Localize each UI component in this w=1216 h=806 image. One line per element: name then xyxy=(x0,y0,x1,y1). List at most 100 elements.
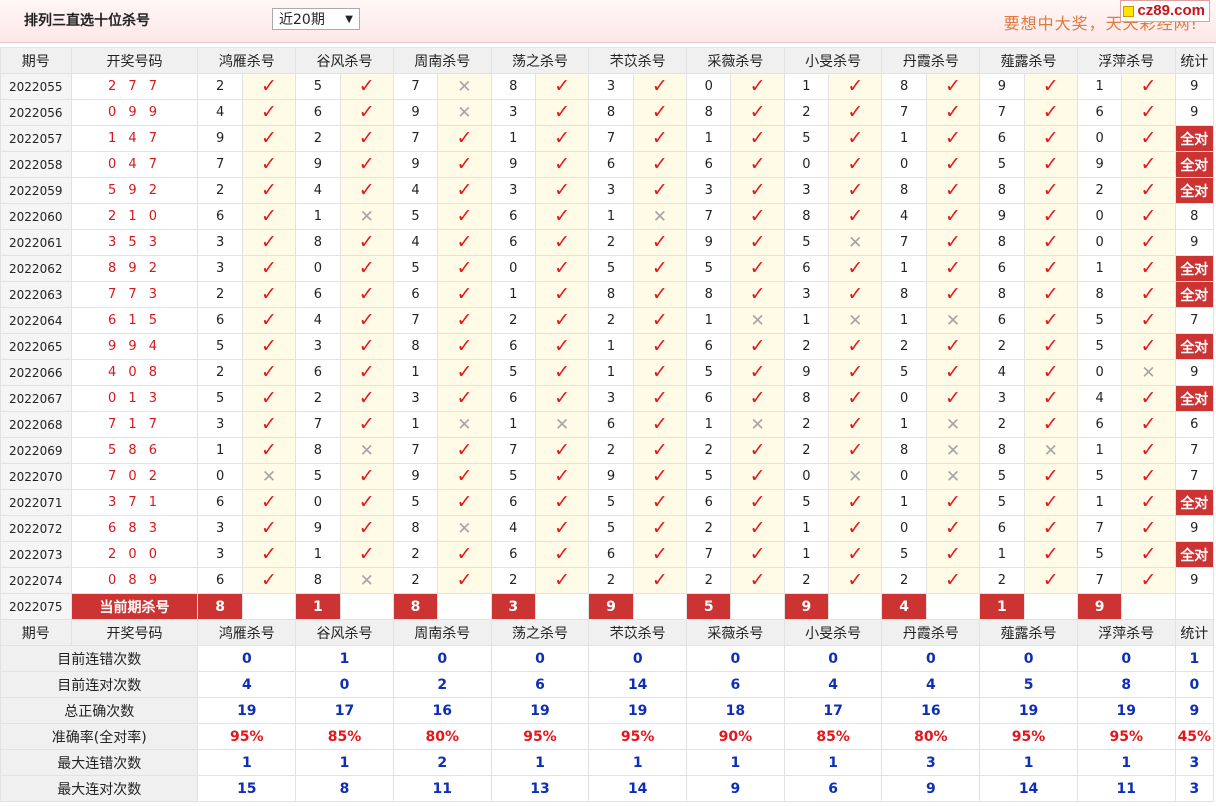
kill-number-cell: 8 xyxy=(881,73,927,100)
table-row: 2022057 1 4 7 9 ✓ 2 ✓ 7 ✓ 1 ✓ 7 ✓ 1 ✓ 5 ✓ 1 ✓ 6 ✓ 0 ✓ 全对 xyxy=(0,125,1215,152)
result-cell: ✓ xyxy=(1121,203,1176,230)
result-cell: ✓ xyxy=(534,73,590,100)
kill-number-cell: 5 xyxy=(783,229,830,256)
kill-number-cell: 1 xyxy=(881,489,927,516)
check-icon: ✓ xyxy=(456,387,473,409)
logo-text: cz89.com xyxy=(1137,2,1205,19)
kill-number-cell: 3 xyxy=(197,255,243,282)
kill-number-cell: 6 xyxy=(490,541,536,568)
result-cell: ✓ xyxy=(632,177,688,204)
check-icon: ✓ xyxy=(847,75,864,97)
result-cell: ✓ xyxy=(1121,333,1176,360)
check-icon: ✓ xyxy=(847,439,864,461)
kill-number-cell: 1 xyxy=(1076,437,1123,464)
table-row: 2022056 0 9 9 4 ✓ 6 ✓ 9 ✕ 3 ✓ 8 ✓ 8 ✓ 2 ✓ 7 ✓ 7 ✓ 6 ✓ 9 xyxy=(0,99,1215,126)
kill-number-cell: 6 xyxy=(295,359,341,386)
draw-number-cell: 3 5 3 xyxy=(70,229,199,256)
check-icon: ✓ xyxy=(651,101,668,123)
draw-number-cell: 0 8 9 xyxy=(70,567,199,594)
check-icon: ✓ xyxy=(945,257,961,279)
check-icon: ✓ xyxy=(945,101,961,123)
kill-number-cell: 8 xyxy=(392,515,439,542)
check-icon: ✓ xyxy=(358,257,375,279)
logo-square-icon xyxy=(1123,5,1135,17)
check-icon: ✓ xyxy=(945,517,961,539)
result-cell: ✓ xyxy=(632,151,688,178)
check-icon: ✓ xyxy=(1042,335,1059,357)
result-cell: ✓ xyxy=(241,385,297,412)
issue-cell: 2022058 xyxy=(0,151,72,178)
result-cell: ✓ xyxy=(339,359,394,386)
kill-number-cell: 5 xyxy=(1076,307,1123,334)
current-kill-blank xyxy=(534,593,590,620)
result-cell: ✓ xyxy=(534,333,590,360)
result-cell: ✓ xyxy=(1121,125,1176,152)
kill-number-cell: 5 xyxy=(392,255,439,282)
draw-number-cell: 5 8 6 xyxy=(70,437,199,464)
repeat-header-row: 期号 开奖号码 鸿雁杀号 谷风杀号 周南杀号 荡之杀号 芣苡杀号 采薇杀号 小旻杀号 丹霞杀号 薤露… xyxy=(0,619,1215,646)
result-cell: ✓ xyxy=(925,203,981,230)
kill-number-cell: 6 xyxy=(490,489,536,516)
table-row: 2022066 4 0 8 2 ✓ 6 ✓ 1 ✓ 5 ✓ 1 ✓ 5 ✓ 9 ✓ 5 ✓ 4 ✓ 0 ✕ 9 xyxy=(0,359,1215,386)
check-icon: ✓ xyxy=(1140,543,1157,565)
kill-number-cell: 0 xyxy=(881,385,927,412)
result-cell: ✓ xyxy=(534,307,590,334)
kill-number-cell: 0 xyxy=(1076,359,1123,386)
period-select[interactable]: 近20期 ▼ xyxy=(272,8,360,30)
current-kill-number: 9 xyxy=(783,593,830,620)
header-draw: 开奖号码 xyxy=(70,619,199,646)
result-cell: ✓ xyxy=(241,125,297,152)
check-icon: ✓ xyxy=(358,387,375,409)
result-cell: ✓ xyxy=(925,541,981,568)
kill-number-cell: 1 xyxy=(295,203,341,230)
summary-value: 90% xyxy=(686,723,785,750)
cross-icon: ✕ xyxy=(750,414,765,435)
result-cell: ✓ xyxy=(925,281,981,308)
kill-number-cell: 5 xyxy=(783,489,830,516)
cross-icon: ✕ xyxy=(359,206,374,227)
kill-number-cell: 2 xyxy=(588,437,634,464)
result-cell: ✓ xyxy=(828,151,883,178)
check-icon: ✓ xyxy=(554,335,571,357)
check-icon: ✓ xyxy=(945,231,961,253)
table-row: 2022068 7 1 7 3 ✓ 7 ✓ 1 ✕ 1 ✕ 6 ✓ 1 ✕ 2 ✓ 1 ✕ 2 ✓ 6 ✓ 6 xyxy=(0,411,1215,438)
result-cell: ✓ xyxy=(828,333,883,360)
kill-number-cell: 6 xyxy=(979,125,1025,152)
kill-number-cell: 6 xyxy=(686,489,732,516)
result-cell: ✓ xyxy=(925,99,981,126)
result-cell: ✓ xyxy=(1023,541,1078,568)
kill-number-cell: 9 xyxy=(1076,151,1123,178)
check-icon: ✓ xyxy=(456,543,473,565)
check-icon: ✓ xyxy=(1042,179,1059,201)
result-cell: ✓ xyxy=(1121,463,1176,490)
result-cell: ✓ xyxy=(925,229,981,256)
result-cell: ✓ xyxy=(534,463,590,490)
table-row: 2022074 0 8 9 6 ✓ 8 ✕ 2 ✓ 2 ✓ 2 ✓ 2 ✓ 2 ✓ 2 ✓ 2 ✓ 7 ✓ 9 xyxy=(0,567,1215,594)
stat-cell: 全对 xyxy=(1174,281,1215,308)
check-icon: ✓ xyxy=(945,569,961,591)
check-icon: ✓ xyxy=(358,283,375,305)
check-icon: ✓ xyxy=(554,283,571,305)
result-cell: ✓ xyxy=(339,515,394,542)
result-cell: ✓ xyxy=(534,229,590,256)
check-icon: ✓ xyxy=(358,101,375,123)
check-icon: ✓ xyxy=(1140,439,1157,461)
check-icon: ✓ xyxy=(945,153,961,175)
kill-number-cell: 2 xyxy=(881,333,927,360)
result-cell: ✓ xyxy=(730,489,785,516)
result-cell: ✓ xyxy=(1023,411,1078,438)
kill-number-cell: 1 xyxy=(686,307,732,334)
kill-number-cell: 0 xyxy=(1076,125,1123,152)
kill-number-cell: 2 xyxy=(392,567,439,594)
summary-value: 0 xyxy=(295,671,394,698)
kill-number-cell: 1 xyxy=(783,515,830,542)
check-icon: ✓ xyxy=(847,179,864,201)
site-logo[interactable]: cz89.com xyxy=(1120,0,1210,22)
current-kill-blank xyxy=(1121,593,1176,620)
result-cell: ✓ xyxy=(339,177,394,204)
kill-number-cell: 3 xyxy=(490,99,536,126)
draw-number-cell: 7 0 2 xyxy=(70,463,199,490)
result-cell: ✕ xyxy=(925,411,981,438)
check-icon: ✓ xyxy=(749,335,766,357)
check-icon: ✓ xyxy=(651,361,668,383)
